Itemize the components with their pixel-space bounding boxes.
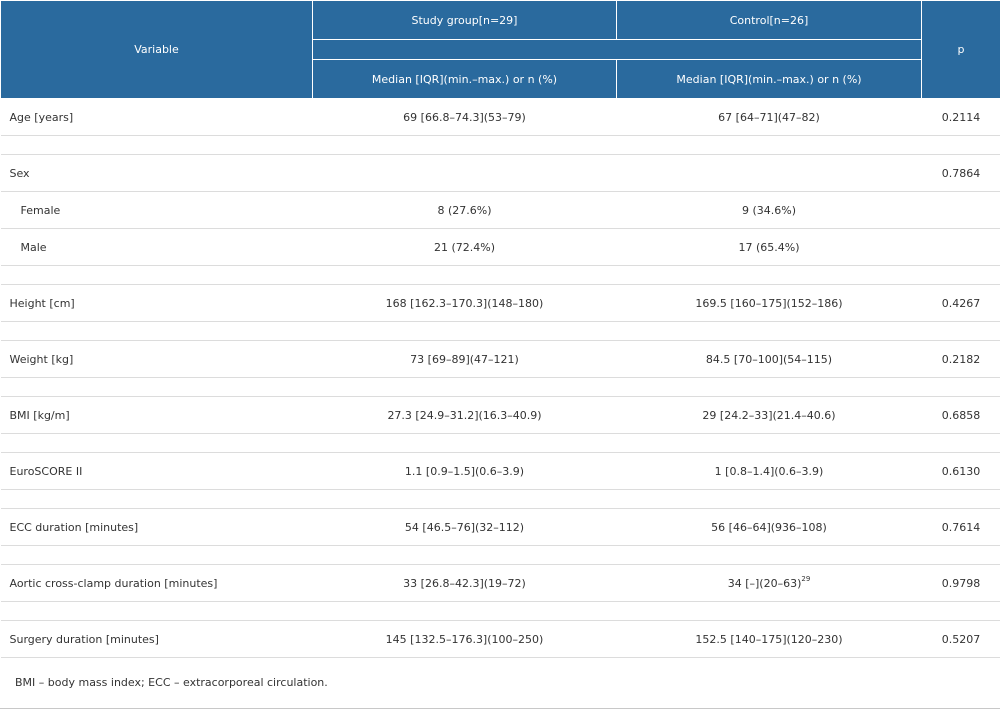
header-study-sub: Median [IQR](min.–max.) or n (%)	[313, 60, 617, 99]
p-value: 0.5207	[922, 621, 1000, 658]
control-value: 9 (34.6%)	[617, 192, 922, 229]
study-value: 33 [26.8–42.3](19–72)	[313, 565, 617, 602]
table-row: Male 21 (72.4%) 17 (65.4%)	[1, 229, 1000, 266]
spacer-row	[1, 378, 1000, 397]
study-value: 1.1 [0.9–1.5](0.6–3.9)	[313, 453, 617, 490]
row-label: Weight [kg]	[1, 341, 313, 378]
header-control-sub: Median [IQR](min.–max.) or n (%)	[617, 60, 922, 99]
header-p: p	[922, 1, 1000, 99]
p-value	[922, 192, 1000, 229]
table-row: Age [years] 69 [66.8–74.3](53–79) 67 [64…	[1, 99, 1000, 136]
table-row: ECC duration [minutes] 54 [46.5–76](32–1…	[1, 509, 1000, 546]
header-spacer	[313, 40, 922, 60]
header-control: Control[n=26]	[617, 1, 922, 40]
p-value: 0.2114	[922, 99, 1000, 136]
study-value: 145 [132.5–176.3](100–250)	[313, 621, 617, 658]
table-row: Surgery duration [minutes] 145 [132.5–17…	[1, 621, 1000, 658]
spacer-row	[1, 546, 1000, 565]
table-header: Variable Study group[n=29] Control[n=26]…	[1, 1, 1000, 99]
spacer-row	[1, 490, 1000, 509]
row-label: Surgery duration [minutes]	[1, 621, 313, 658]
p-value	[922, 229, 1000, 266]
spacer-row	[1, 434, 1000, 453]
p-value: 0.2182	[922, 341, 1000, 378]
table-row: Aortic cross-clamp duration [minutes] 33…	[1, 565, 1000, 602]
p-value: 0.6858	[922, 397, 1000, 434]
table-row: Weight [kg] 73 [69–89](47–121) 84.5 [70–…	[1, 341, 1000, 378]
p-value: 0.6130	[922, 453, 1000, 490]
header-variable: Variable	[1, 1, 313, 99]
spacer-row	[1, 602, 1000, 621]
spacer-row	[1, 266, 1000, 285]
control-value	[617, 155, 922, 192]
study-value: 8 (27.6%)	[313, 192, 617, 229]
row-label: BMI [kg/m]	[1, 397, 313, 434]
table-row: EuroSCORE II 1.1 [0.9–1.5](0.6–3.9) 1 [0…	[1, 453, 1000, 490]
control-value: 169.5 [160–175](152–186)	[617, 285, 922, 322]
row-label: Male	[1, 229, 313, 266]
control-value: 34 [–](20–63)29	[617, 565, 922, 602]
p-value: 0.7864	[922, 155, 1000, 192]
study-value: 27.3 [24.9–31.2](16.3–40.9)	[313, 397, 617, 434]
p-value: 0.9798	[922, 565, 1000, 602]
header-study-group: Study group[n=29]	[313, 1, 617, 40]
control-value: 67 [64–71](47–82)	[617, 99, 922, 136]
row-label: Aortic cross-clamp duration [minutes]	[1, 565, 313, 602]
row-label: ECC duration [minutes]	[1, 509, 313, 546]
control-value: 29 [24.2–33](21.4–40.6)	[617, 397, 922, 434]
p-value: 0.4267	[922, 285, 1000, 322]
superscript: 29	[801, 575, 810, 583]
control-value: 1 [0.8–1.4](0.6–3.9)	[617, 453, 922, 490]
spacer-row	[1, 322, 1000, 341]
table-row: Height [cm] 168 [162.3–170.3](148–180) 1…	[1, 285, 1000, 322]
row-label: EuroSCORE II	[1, 453, 313, 490]
table-row: BMI [kg/m] 27.3 [24.9–31.2](16.3–40.9) 2…	[1, 397, 1000, 434]
study-value: 73 [69–89](47–121)	[313, 341, 617, 378]
control-value-text: 34 [–](20–63)	[728, 577, 802, 590]
study-value	[313, 155, 617, 192]
spacer-row	[1, 136, 1000, 155]
control-value: 84.5 [70–100](54–115)	[617, 341, 922, 378]
row-label: Height [cm]	[1, 285, 313, 322]
control-value: 17 (65.4%)	[617, 229, 922, 266]
table-row: Sex 0.7864	[1, 155, 1000, 192]
control-value: 56 [46–64](936–108)	[617, 509, 922, 546]
table-row: Female 8 (27.6%) 9 (34.6%)	[1, 192, 1000, 229]
study-value: 54 [46.5–76](32–112)	[313, 509, 617, 546]
study-value: 69 [66.8–74.3](53–79)	[313, 99, 617, 136]
p-value: 0.7614	[922, 509, 1000, 546]
control-value: 152.5 [140–175](120–230)	[617, 621, 922, 658]
row-label: Sex	[1, 155, 313, 192]
table-footnote: BMI – body mass index; ECC – extracorpor…	[0, 658, 1000, 709]
study-value: 21 (72.4%)	[313, 229, 617, 266]
study-value: 168 [162.3–170.3](148–180)	[313, 285, 617, 322]
row-label: Age [years]	[1, 99, 313, 136]
table-body: Age [years] 69 [66.8–74.3](53–79) 67 [64…	[1, 99, 1000, 658]
row-label: Female	[1, 192, 313, 229]
data-table: Variable Study group[n=29] Control[n=26]…	[0, 0, 1000, 658]
